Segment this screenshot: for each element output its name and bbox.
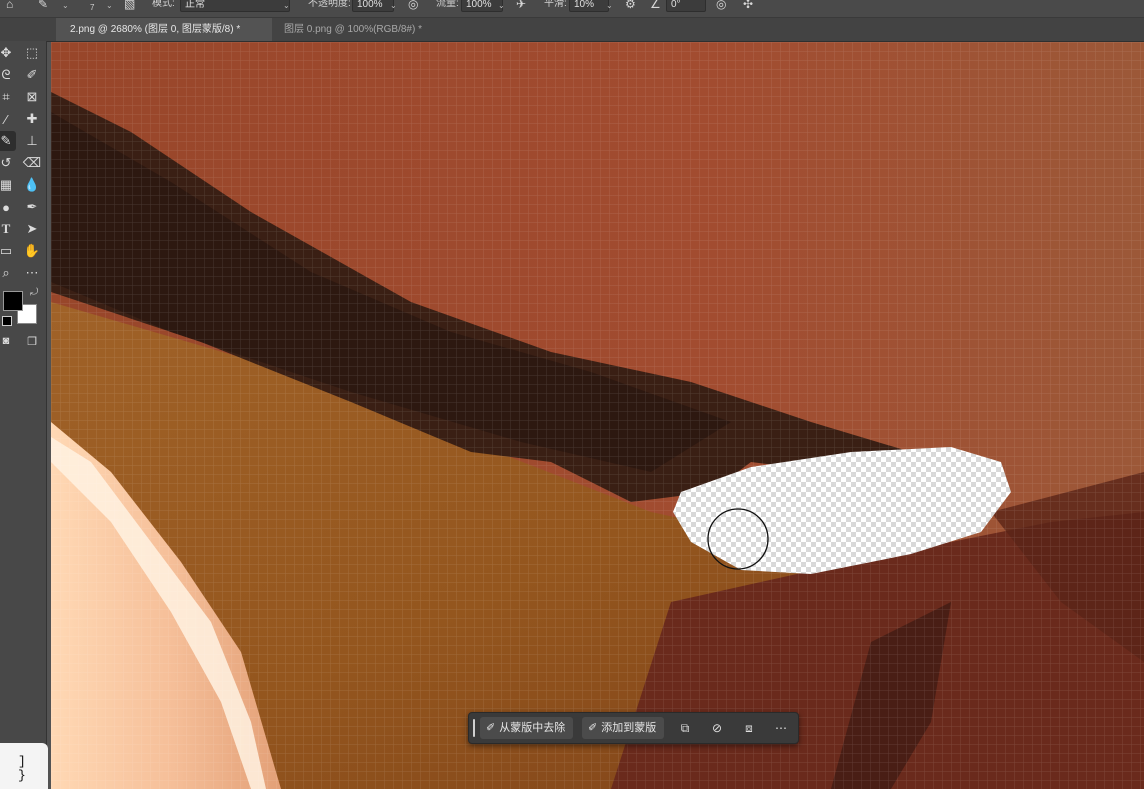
marquee-tool-icon[interactable]: ⬚ bbox=[22, 43, 42, 63]
quick-selection-tool-icon[interactable]: ✐ bbox=[22, 65, 42, 85]
tab-active-document[interactable]: 2.png @ 2680% (图层 0, 图层蒙版/8) * bbox=[56, 18, 272, 41]
eraser-tool-icon[interactable]: ⌫ bbox=[22, 153, 42, 173]
tab-inactive-document[interactable]: 图层 0.png @ 100%(RGB/8#) * bbox=[270, 18, 430, 41]
add-to-mask-label: 添加到蒙版 bbox=[601, 722, 657, 734]
opacity-input[interactable]: 100% bbox=[352, 0, 394, 12]
dodge-tool-icon[interactable]: ● bbox=[0, 197, 16, 217]
brush-settings-icon[interactable]: ▧ bbox=[124, 0, 135, 10]
crop-tool-icon[interactable]: ⌗ bbox=[0, 87, 16, 107]
tab-active-title: 2.png @ 2680% (图层 0, 图层蒙版/8) * bbox=[70, 24, 241, 35]
rectangle-tool-icon[interactable]: ▭ bbox=[0, 241, 16, 261]
canvas-artwork bbox=[51, 42, 1144, 789]
foreground-color-swatch[interactable] bbox=[3, 291, 23, 311]
task-bar-grip-handle[interactable] bbox=[473, 719, 475, 737]
flow-value: 100% bbox=[466, 0, 492, 10]
quick-mask-icon[interactable]: ◙ bbox=[0, 331, 16, 351]
contextual-task-bar: ✐ 从蒙版中去除 ✐ 添加到蒙版 ⧉ ⊘ ⧈ ⋯ bbox=[468, 712, 799, 744]
opacity-caret-icon[interactable]: ⌄ bbox=[390, 0, 397, 12]
hand-tool-icon[interactable]: ✋ bbox=[22, 241, 42, 261]
move-tool-icon[interactable]: ✥ bbox=[0, 43, 16, 63]
blur-tool-icon[interactable]: 💧 bbox=[22, 175, 42, 195]
more-options-icon[interactable]: ⋯ bbox=[770, 717, 792, 739]
history-brush-tool-icon[interactable]: ↺ bbox=[0, 153, 16, 173]
tools-panel: ✥ ⬚ ᘓ ✐ ⌗ ⊠ ⁄ ✚ ✎ ⊥ ↺ ⌫ ▦ 💧 ● ✒ T ➤ ▭ ✋ … bbox=[0, 41, 47, 789]
mode-label: 模式: bbox=[152, 0, 175, 9]
lasso-tool-icon[interactable]: ᘓ bbox=[0, 65, 16, 85]
clone-stamp-tool-icon[interactable]: ⊥ bbox=[22, 131, 42, 151]
airbrush-icon[interactable]: ✈ bbox=[516, 0, 526, 10]
more-tools-icon[interactable]: ⋯ bbox=[22, 263, 42, 283]
pressure-size-icon[interactable]: ◎ bbox=[716, 0, 726, 10]
screen-mode-icon[interactable]: ❐ bbox=[22, 331, 42, 351]
brush-tool-icon[interactable]: ✎ bbox=[0, 131, 16, 151]
flow-label: 流量: bbox=[436, 0, 459, 9]
options-bar: ⌂ ✎ ⌄ 7 ⌄ ▧ 模式: 正常 ⌄ 不透明度: 100% ⌄ ◎ 流量: … bbox=[0, 0, 1144, 18]
document-canvas[interactable] bbox=[51, 42, 1144, 789]
path-selection-tool-icon[interactable]: ➤ bbox=[22, 219, 42, 239]
swap-colors-icon[interactable]: ⤾ bbox=[30, 287, 38, 298]
angle-value: 0° bbox=[671, 0, 681, 10]
healing-brush-tool-icon[interactable]: ✚ bbox=[22, 109, 42, 129]
smoothing-label: 平滑: bbox=[544, 0, 567, 9]
subtract-from-mask-button[interactable]: ✐ 从蒙版中去除 bbox=[480, 717, 574, 739]
zoom-tool-icon[interactable]: ⌕ bbox=[0, 263, 16, 283]
brush-size-label: 7 bbox=[90, 3, 95, 12]
brush-preset-caret-icon[interactable]: ⌄ bbox=[62, 0, 69, 12]
eyedropper-tool-icon[interactable]: ⁄ bbox=[0, 109, 16, 129]
brush-minus-icon: ✐ bbox=[486, 722, 496, 734]
tab-inactive-title: 图层 0.png @ 100%(RGB/8#) * bbox=[284, 24, 422, 35]
symmetry-icon[interactable]: ✣ bbox=[743, 0, 753, 10]
disable-mask-icon[interactable]: ⧈ bbox=[738, 717, 760, 739]
flow-caret-icon[interactable]: ⌄ bbox=[498, 0, 505, 12]
subtract-from-mask-label: 从蒙版中去除 bbox=[499, 722, 566, 734]
brush-preset-icon[interactable]: ✎ bbox=[38, 0, 48, 10]
frame-tool-icon[interactable]: ⊠ bbox=[22, 87, 42, 107]
add-to-mask-button[interactable]: ✐ 添加到蒙版 bbox=[582, 717, 665, 739]
smoothing-input[interactable]: 10% bbox=[569, 0, 609, 12]
brush-size-caret-icon[interactable]: ⌄ bbox=[106, 0, 113, 12]
mode-caret-icon[interactable]: ⌄ bbox=[283, 0, 290, 12]
angle-icon: ∠ bbox=[650, 0, 661, 11]
type-tool-icon[interactable]: T bbox=[0, 219, 16, 239]
mask-options-icon[interactable]: ⧉ bbox=[674, 717, 696, 739]
pressure-opacity-icon[interactable]: ◎ bbox=[408, 0, 418, 10]
keystroke-line-1: ] bbox=[18, 754, 26, 769]
keystroke-overlay: ] } bbox=[0, 743, 48, 789]
smoothing-value: 10% bbox=[574, 0, 595, 10]
angle-input[interactable]: 0° bbox=[666, 0, 706, 12]
invert-mask-icon[interactable]: ⊘ bbox=[706, 717, 728, 739]
opacity-value: 100% bbox=[357, 0, 383, 10]
opacity-label: 不透明度: bbox=[308, 0, 351, 9]
mode-select[interactable]: 正常 bbox=[180, 0, 290, 12]
gradient-tool-icon[interactable]: ▦ bbox=[0, 175, 16, 195]
document-tabs: 2.png @ 2680% (图层 0, 图层蒙版/8) * 图层 0.png … bbox=[0, 18, 1144, 42]
smoothing-caret-icon[interactable]: ⌄ bbox=[606, 0, 613, 12]
gear-icon[interactable]: ⚙ bbox=[625, 0, 636, 10]
default-colors-icon[interactable] bbox=[2, 316, 12, 326]
mode-value: 正常 bbox=[185, 0, 205, 10]
pixel-grid bbox=[51, 42, 1144, 789]
brush-plus-icon: ✐ bbox=[588, 722, 598, 734]
flow-input[interactable]: 100% bbox=[461, 0, 503, 12]
pen-tool-icon[interactable]: ✒ bbox=[22, 197, 42, 217]
home-icon[interactable]: ⌂ bbox=[6, 0, 13, 10]
keystroke-line-2: } bbox=[18, 768, 26, 783]
